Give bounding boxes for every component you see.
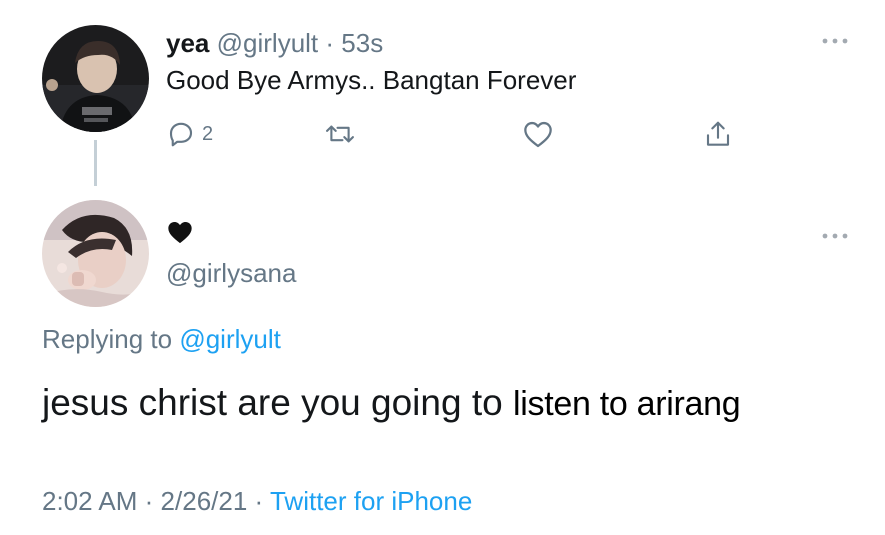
user-avatar-photo [42, 25, 149, 132]
share-icon [706, 121, 730, 146]
tweet-header: yea @girlyult · 53s [166, 27, 383, 59]
replying-to-line: Replying to @girlyult [42, 323, 281, 355]
replying-prefix: Replying to [42, 324, 173, 354]
tweet-text-main: jesus christ are you going to [42, 382, 503, 423]
heart-icon [524, 121, 552, 148]
separator-dot: · [254, 486, 264, 516]
avatar[interactable] [42, 200, 149, 307]
separator-dot: · [144, 486, 154, 516]
more-dots-icon[interactable] [820, 230, 850, 242]
retweet-icon [326, 125, 354, 143]
timestamp[interactable]: 2:02 AM [42, 486, 137, 516]
thread-connector-line [94, 140, 97, 186]
like-button[interactable] [522, 114, 554, 154]
tweet-text: jesus christ are you going to listen to … [42, 380, 741, 427]
retweet-button[interactable] [324, 114, 356, 154]
tweet-text-overlay: listen to arirang [512, 385, 741, 423]
user-avatar-photo [42, 200, 149, 307]
reply-icon [169, 122, 193, 147]
avatar[interactable] [42, 25, 149, 132]
more-dots-icon[interactable] [820, 35, 850, 47]
share-button[interactable] [703, 114, 733, 154]
reply-count: 2 [202, 122, 214, 145]
reply-button[interactable]: 2 [166, 114, 213, 154]
tweet-actions: 2 [166, 114, 766, 154]
separator-dot: · [325, 28, 335, 58]
replying-to-link[interactable]: @girlyult [179, 324, 281, 354]
tweet-text: Good Bye Armys.. Bangtan Forever [166, 65, 577, 95]
tweet-source[interactable]: Twitter for iPhone [270, 486, 472, 516]
tweet-meta: 2:02 AM · 2/26/21 · Twitter for iPhone [42, 485, 472, 517]
black-heart-icon [166, 219, 194, 245]
tweet-thread: yea @girlyult · 53s Good Bye Armys.. Ban… [0, 0, 885, 535]
user-handle[interactable]: @girlyult [217, 28, 319, 58]
time-ago[interactable]: 53s [341, 28, 383, 58]
user-handle[interactable]: @girlysana [166, 257, 296, 289]
tweet-date[interactable]: 2/26/21 [161, 486, 248, 516]
display-name[interactable]: yea [166, 28, 209, 58]
